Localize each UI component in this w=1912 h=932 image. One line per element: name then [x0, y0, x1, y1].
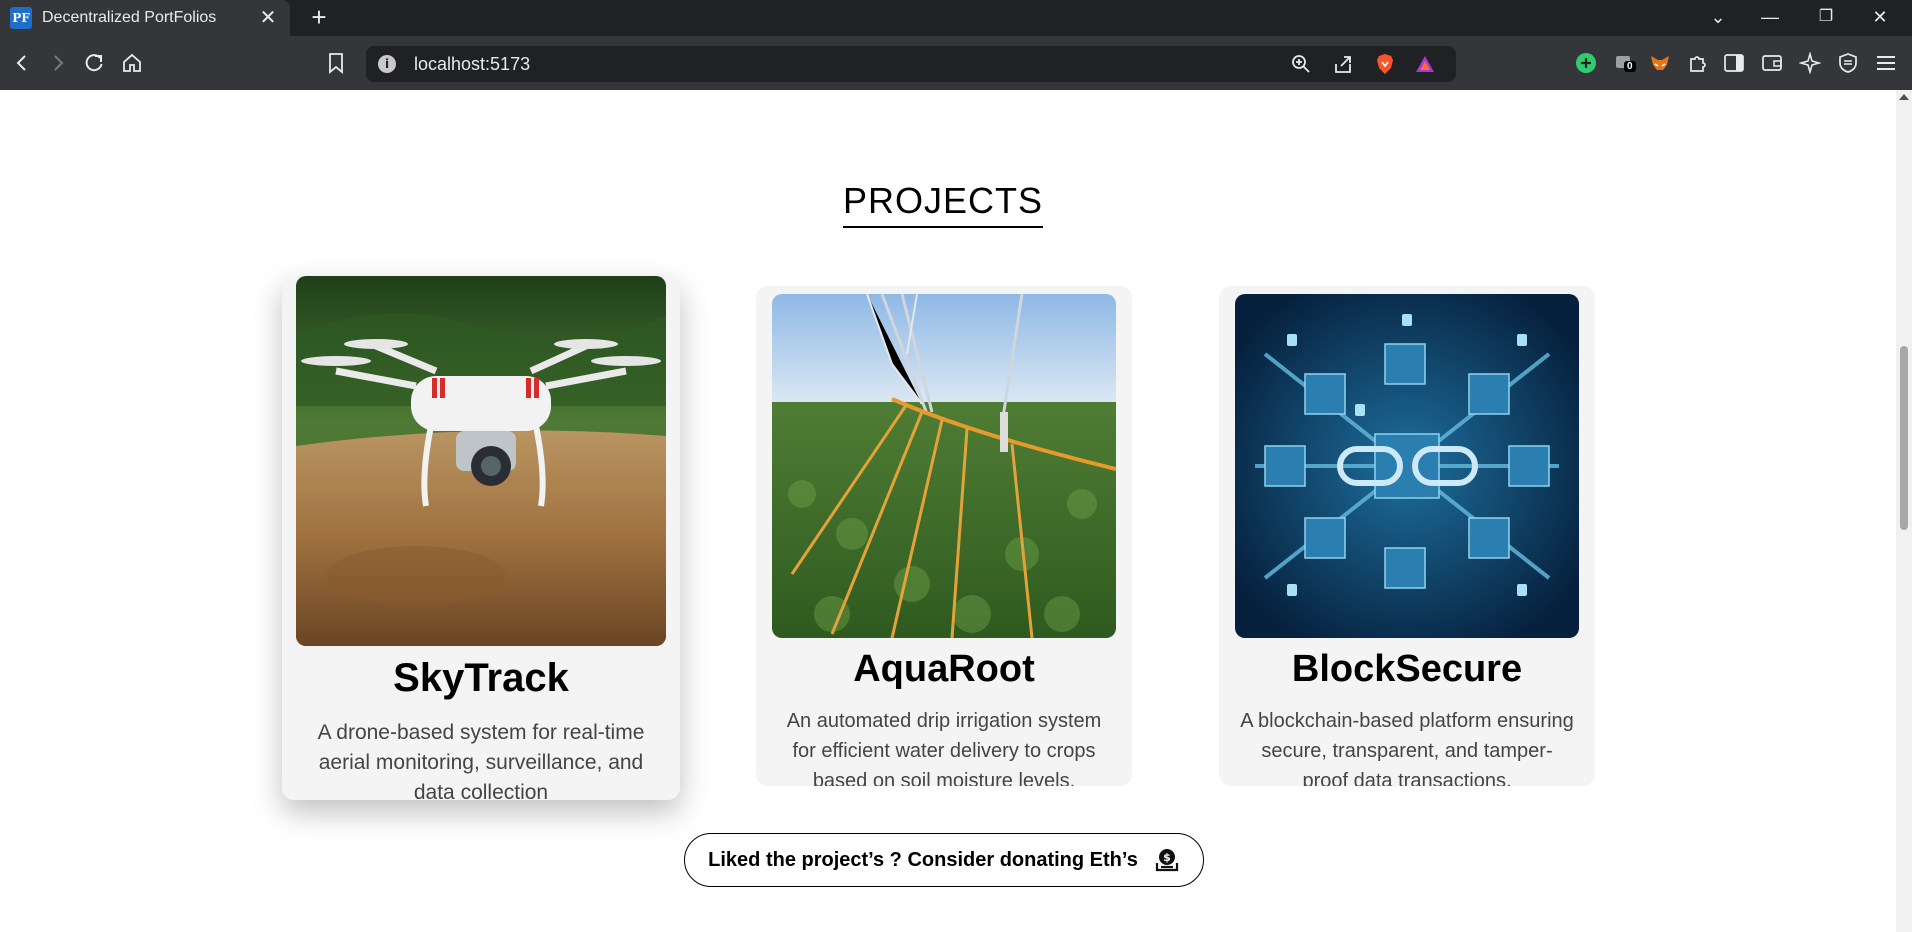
site-info-icon[interactable]: i	[378, 55, 396, 73]
project-title: BlockSecure	[1291, 648, 1523, 690]
close-window-icon[interactable]: ✕	[1858, 2, 1902, 32]
section-heading: PROJECTS	[0, 180, 1886, 228]
donate-money-icon: $	[1155, 849, 1178, 872]
project-card-aquaroot[interactable]: AquaRoot An automated drip irrigation sy…	[756, 286, 1132, 786]
browser-tab[interactable]: PF Decentralized PortFolios ✕	[0, 0, 290, 36]
brave-rewards-icon[interactable]	[1412, 51, 1438, 77]
address-bar[interactable]: i localhost:5173	[366, 46, 1456, 82]
page-scrollbar[interactable]	[1896, 90, 1912, 932]
menu-icon[interactable]	[1872, 49, 1900, 77]
new-tab-icon[interactable]: +	[305, 4, 333, 32]
bookmark-icon[interactable]	[322, 49, 350, 77]
svg-text:$: $	[1163, 851, 1171, 864]
browser-toolbar: i localhost:5173 0	[0, 36, 1912, 90]
page-content: PROJECTS SkyTrack A drone-based system f…	[0, 90, 1896, 932]
extension-badge: 0	[1624, 61, 1636, 72]
extensions-puzzle-icon[interactable]	[1684, 49, 1712, 77]
scroll-up-arrow-icon[interactable]	[1899, 94, 1909, 100]
extension-counter-icon[interactable]: 0	[1610, 49, 1638, 77]
restore-icon[interactable]: ❐	[1804, 2, 1848, 32]
project-title: AquaRoot	[853, 648, 1035, 690]
projects-title: PROJECTS	[842, 180, 1044, 228]
tab-strip: PF Decentralized PortFolios ✕ + ⌄ — ❐ ✕	[0, 0, 1912, 36]
project-description: An automated drip irrigation system for …	[786, 710, 1102, 786]
aquaroot-image	[772, 294, 1116, 638]
url-text: localhost:5173	[414, 54, 531, 74]
back-icon[interactable]	[8, 49, 36, 77]
share-icon[interactable]	[1330, 51, 1356, 77]
extension-add-icon[interactable]	[1572, 49, 1600, 77]
project-card-blocksecure[interactable]: BlockSecure A blockchain-based platform …	[1219, 286, 1595, 786]
zoom-icon[interactable]	[1288, 51, 1314, 77]
brave-shields-icon[interactable]	[1372, 51, 1398, 77]
sidebar-icon[interactable]	[1720, 49, 1748, 77]
scroll-thumb[interactable]	[1900, 346, 1908, 530]
project-description: A drone-based system for real-time aeria…	[317, 721, 645, 800]
blocksecure-image	[1235, 294, 1579, 638]
skytrack-image	[296, 276, 666, 646]
donate-button[interactable]: Liked the project’s ? Consider donating …	[684, 833, 1204, 887]
wallet-icon[interactable]	[1758, 49, 1786, 77]
forward-icon[interactable]	[44, 49, 72, 77]
project-card-skytrack[interactable]: SkyTrack A drone-based system for real-t…	[282, 276, 680, 800]
site-favicon: PF	[10, 7, 32, 29]
reload-icon[interactable]	[80, 49, 108, 77]
project-description: A blockchain-based platform ensuring sec…	[1240, 710, 1574, 786]
metamask-icon[interactable]	[1646, 49, 1674, 77]
close-tab-icon[interactable]: ✕	[256, 6, 280, 30]
tab-title: Decentralized PortFolios	[42, 9, 217, 26]
tab-search-icon[interactable]: ⌄	[1696, 2, 1740, 32]
vpn-icon[interactable]	[1834, 49, 1862, 77]
project-title: SkyTrack	[393, 656, 569, 700]
donate-label: Liked the project’s ? Consider donating …	[708, 848, 1138, 871]
minimize-icon[interactable]: —	[1748, 2, 1792, 32]
home-icon[interactable]	[118, 49, 146, 77]
leo-ai-icon[interactable]	[1796, 49, 1824, 77]
